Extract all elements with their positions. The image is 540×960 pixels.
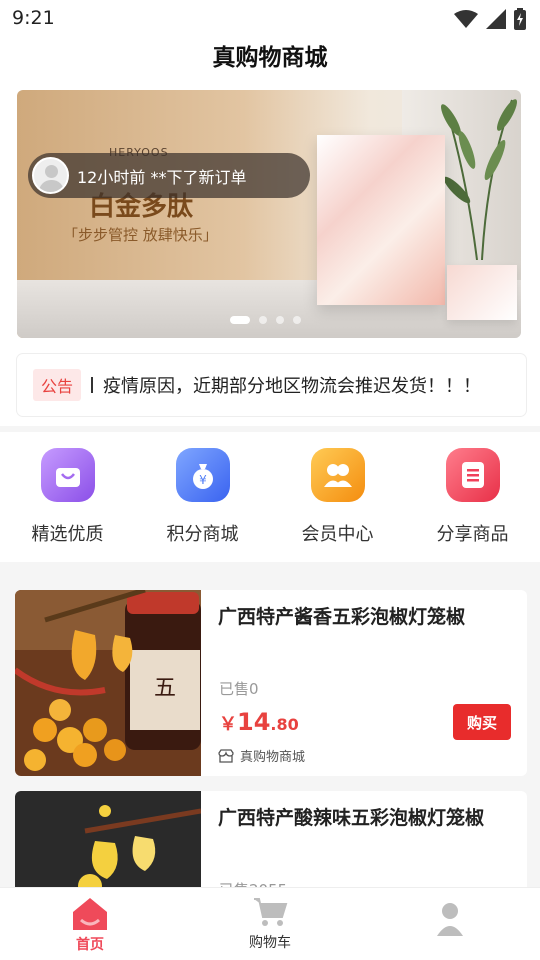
shop-info[interactable]: 真购物商城 <box>218 746 305 765</box>
tab-label: 购物车 <box>249 935 291 951</box>
list-icon <box>445 448 500 502</box>
page-title: 真购物商城 <box>212 45 328 71</box>
app-header: 真购物商城 <box>0 36 540 86</box>
signal-icon <box>486 9 506 29</box>
carousel-indicator <box>230 316 301 324</box>
menu-item-featured[interactable]: 精选优质 <box>0 432 135 562</box>
battery-icon <box>514 8 526 30</box>
user-icon <box>437 903 463 936</box>
notice-divider <box>91 377 94 393</box>
money-bag-icon: ¥ <box>175 448 230 502</box>
carousel-dot-2[interactable] <box>259 316 267 324</box>
product-box-small-image <box>447 265 517 320</box>
product-title[interactable]: 广西特产酸辣味五彩泡椒灯笼椒 <box>218 803 508 830</box>
members-icon <box>310 448 365 502</box>
shop-name: 真购物商城 <box>240 750 306 765</box>
price-integer: 14 <box>237 708 271 736</box>
order-toast: 12小时前 **下了新订单 <box>28 153 310 198</box>
plant-image <box>441 99 517 260</box>
svg-text:五: 五 <box>154 676 176 701</box>
carousel-dot-1[interactable] <box>230 316 250 324</box>
home-icon <box>73 898 107 930</box>
tab-cart[interactable]: 购物车 <box>180 888 360 960</box>
menu-label: 会员中心 <box>301 524 374 545</box>
status-bar: 9:21 <box>0 0 540 36</box>
price-currency: ￥ <box>219 714 237 735</box>
banner-shelf <box>17 280 521 338</box>
product-image: 五 <box>15 590 201 776</box>
menu-item-member-center[interactable]: 会员中心 <box>270 432 405 562</box>
menu-item-points-mall[interactable]: ¥ 积分商城 <box>135 432 270 562</box>
store-icon <box>218 748 234 763</box>
notice-text: 疫情原因，近期部分地区物流会推迟发货！！！ <box>103 376 482 397</box>
product-price: ￥14.80 <box>219 708 299 736</box>
tab-home[interactable]: 首页 <box>0 888 180 960</box>
status-time: 9:21 <box>12 7 55 29</box>
menu-label: 精选优质 <box>31 524 104 545</box>
carousel-dot-4[interactable] <box>293 316 301 324</box>
tab-profile[interactable] <box>360 888 540 960</box>
product-title[interactable]: 广西特产酱香五彩泡椒灯笼椒 <box>218 602 508 629</box>
order-toast-text: 12小时前 **下了新订单 <box>77 167 247 187</box>
carousel-dot-3[interactable] <box>276 316 284 324</box>
menu-label: 分享商品 <box>436 524 509 545</box>
notice-tag: 公告 <box>33 369 82 401</box>
menu-item-share[interactable]: 分享商品 <box>405 432 540 562</box>
shopping-bag-icon <box>40 448 95 502</box>
price-decimal: .80 <box>270 715 299 734</box>
product-sold-count: 已售0 <box>219 680 259 698</box>
product-card[interactable]: 五 广西特产酱香五彩泡椒灯笼椒 已售0 ￥14.80 购买 真购物商城 <box>15 590 527 776</box>
wifi-icon <box>454 10 478 28</box>
bottom-tab-bar: 首页 购物车 <box>0 888 540 960</box>
product-box-image <box>317 135 445 305</box>
notice-bar[interactable]: 公告 疫情原因，近期部分地区物流会推迟发货！！！ <box>17 354 526 416</box>
cart-icon <box>254 898 288 926</box>
svg-text:¥: ¥ <box>199 473 207 487</box>
status-icons <box>454 8 526 30</box>
menu-label: 积分商城 <box>166 524 239 545</box>
avatar <box>32 157 69 194</box>
promo-banner[interactable]: HERYOOS 白金多肽 「步步管控 放肆快乐」 <box>17 90 521 338</box>
tab-label: 首页 <box>76 937 104 953</box>
buy-button[interactable]: 购买 <box>453 704 511 740</box>
quick-menu: 精选优质 ¥ 积分商城 会员中心 分享商品 <box>0 432 540 562</box>
banner-slogan: 「步步管控 放肆快乐」 <box>63 226 218 244</box>
